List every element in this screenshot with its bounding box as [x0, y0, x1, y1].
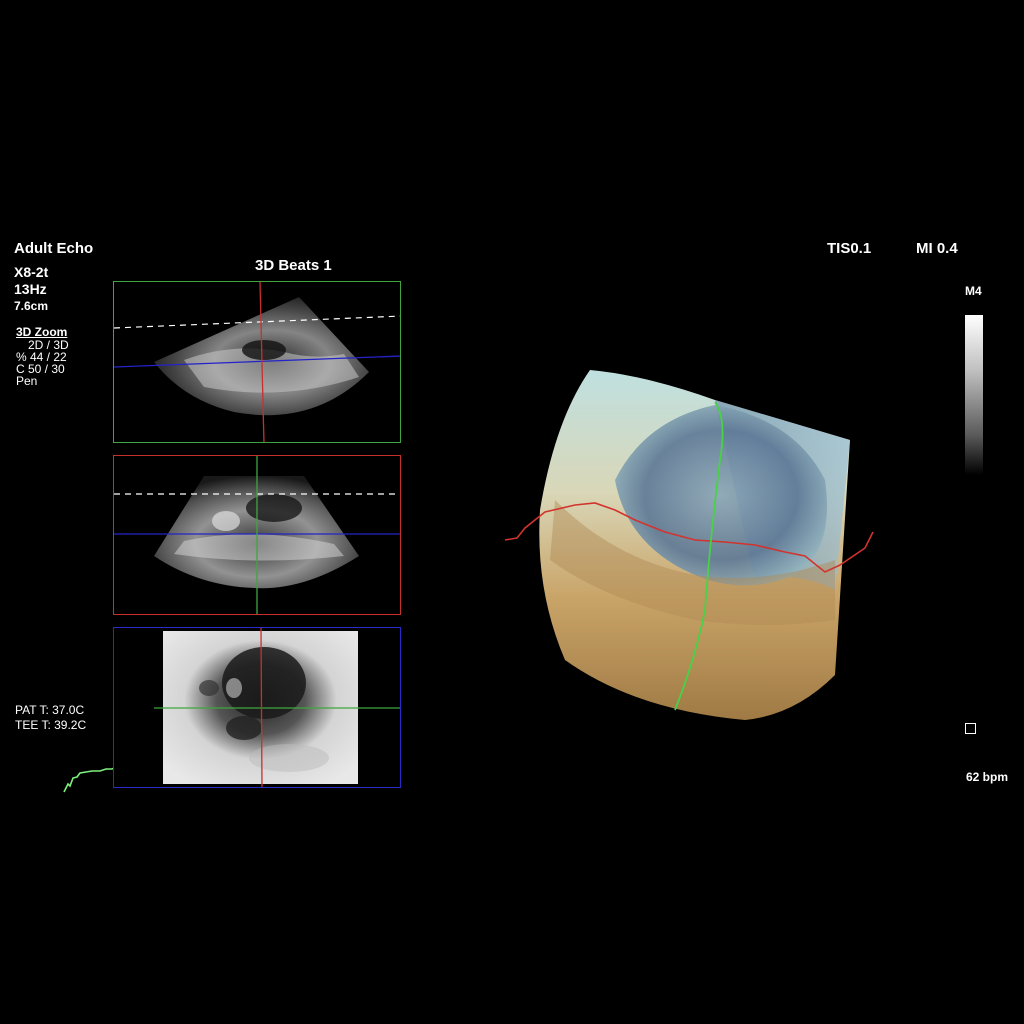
gray-map-label: M4: [965, 284, 982, 298]
gray-scale-bar: [965, 315, 983, 475]
patient-temp-label: PAT T: 37.0C: [15, 703, 85, 717]
probe-label: X8-2t: [14, 264, 49, 280]
tee-temp-label: TEE T: 39.2C: [15, 718, 87, 732]
heart-rate-label: 62 bpm: [966, 770, 1009, 784]
frame-rate-label: 13Hz: [14, 281, 47, 297]
preset-label: Adult Echo: [14, 240, 94, 257]
tis-label: TIS0.1: [827, 240, 872, 257]
mode-title: 3D Beats 1: [255, 257, 332, 274]
zoom-line-4: Pen: [16, 374, 38, 388]
top-2d-panel[interactable]: [113, 281, 401, 443]
3d-volume-render[interactable]: [495, 360, 885, 730]
zoom-settings: 2D / 3D % 44 / 22 C 50 / 30 Pen: [16, 339, 69, 387]
zoom-title: 3D Zoom: [16, 325, 68, 339]
bottom-cscan-panel[interactable]: [113, 627, 401, 788]
freeze-indicator-box: [965, 723, 976, 734]
mi-label: MI 0.4: [916, 240, 958, 257]
middle-2d-panel[interactable]: [113, 455, 401, 615]
depth-label: 7.6cm: [14, 299, 49, 313]
